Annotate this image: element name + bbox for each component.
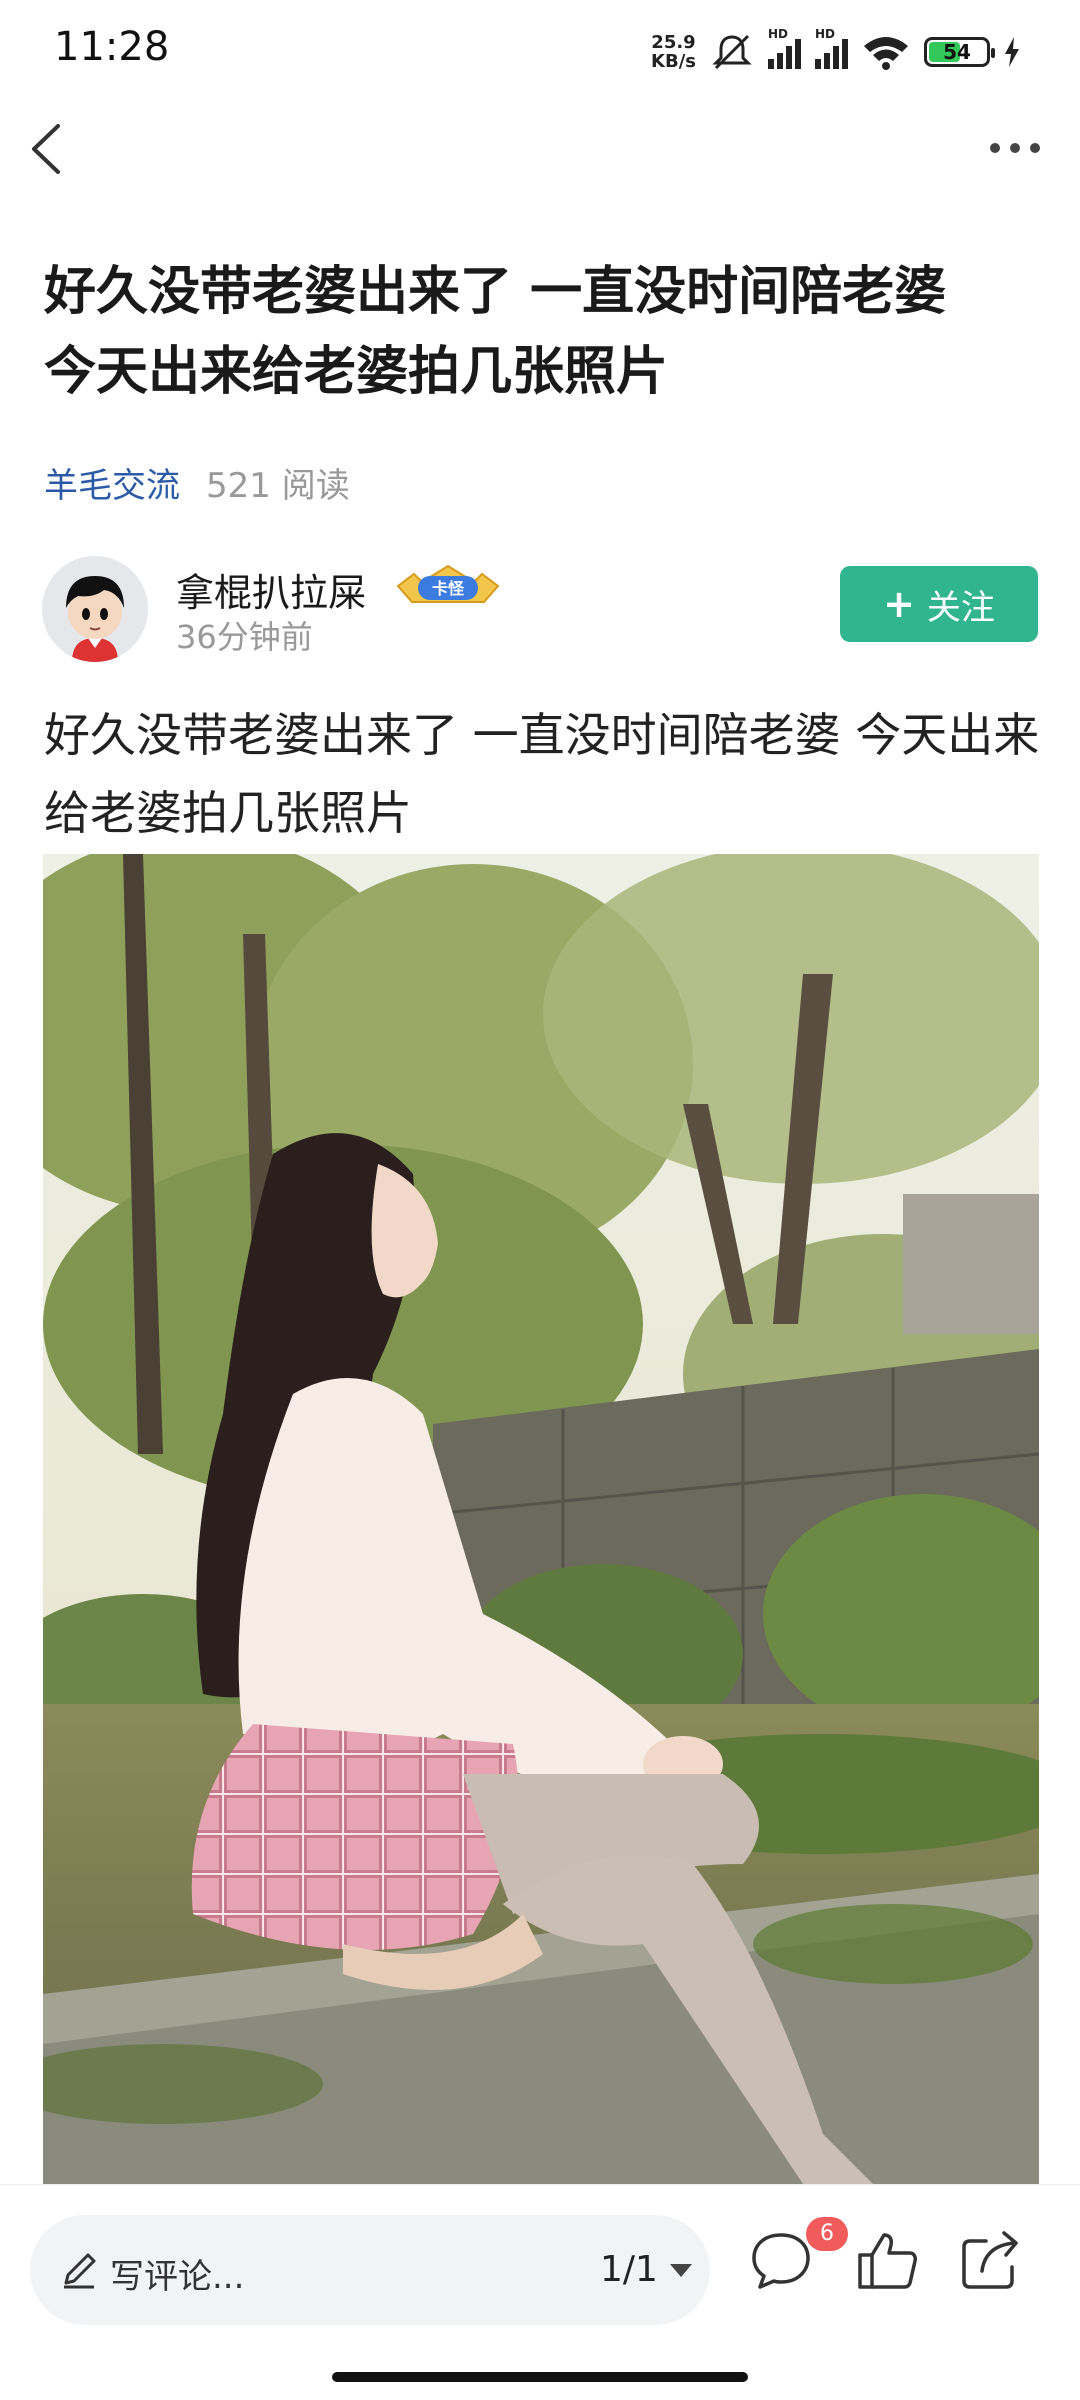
signal-icon: HD <box>815 27 848 69</box>
crown-badge-icon: 卡怪 <box>396 564 500 603</box>
status-icons: 25.9 KB/s HD HD 54 <box>651 26 1020 78</box>
charging-icon <box>1005 37 1019 67</box>
home-indicator[interactable] <box>332 2372 748 2382</box>
page-indicator-label: 1/1 <box>600 2249 658 2290</box>
network-speed-unit: KB/s <box>651 51 696 72</box>
post-meta: 羊毛交流 521 阅读 <box>44 458 350 507</box>
share-icon[interactable] <box>956 2225 1026 2295</box>
post-time: 36分钟前 <box>176 618 313 656</box>
read-count: 521 阅读 <box>206 466 350 506</box>
cartoon-avatar-icon <box>42 556 148 662</box>
comment-input[interactable]: 写评论... 1/1 <box>30 2215 710 2325</box>
plus-icon: + <box>883 582 915 626</box>
signal-hd-label: HD <box>768 27 789 41</box>
follow-button[interactable]: + 关注 <box>840 566 1038 642</box>
post-photo[interactable] <box>43 854 1039 2184</box>
follow-label: 关注 <box>926 587 995 628</box>
comment-count-badge: 6 <box>806 2217 848 2251</box>
battery-icon: 54 <box>924 37 995 67</box>
bottom-action-bar: 写评论... 1/1 6 <box>0 2184 1080 2400</box>
thumbs-up-icon[interactable] <box>852 2225 922 2295</box>
post-detail-screen: 11:28 25.9 KB/s HD HD 54 好久没带老婆出来了 一直没时间… <box>0 0 1080 2400</box>
post-title: 好久没带老婆出来了 一直没时间陪老婆 今天出来给老婆拍几张照片 <box>44 262 947 402</box>
category-link[interactable]: 羊毛交流 <box>44 458 180 507</box>
park-photo-illustration <box>43 854 1039 2184</box>
more-dots-icon[interactable] <box>980 118 1050 178</box>
network-speed: 25.9 KB/s <box>651 33 696 71</box>
battery-level: 54 <box>943 40 971 64</box>
author-row: 拿棍扒拉屎 卡怪 36分钟前 + 关注 <box>42 556 1038 666</box>
badge-label: 卡怪 <box>432 579 465 598</box>
page-indicator[interactable]: 1/1 <box>600 2249 694 2290</box>
signal-icon: HD <box>768 27 801 69</box>
chevron-left-icon[interactable] <box>20 114 80 184</box>
avatar[interactable] <box>42 556 148 662</box>
status-time: 11:28 <box>54 24 170 70</box>
post-body: 好久没带老婆出来了 一直没时间陪老婆 今天出来给老婆拍几张照片 <box>44 708 1040 840</box>
caret-down-icon <box>669 2263 692 2277</box>
mute-icon <box>712 34 752 70</box>
network-speed-value: 25.9 <box>651 32 696 53</box>
comment-placeholder: 写评论... <box>110 2257 245 2297</box>
pencil-icon <box>64 2253 96 2289</box>
author-name[interactable]: 拿棍扒拉屎 <box>176 562 366 617</box>
top-nav <box>0 104 1080 194</box>
signal-hd-label: HD <box>815 27 836 41</box>
wifi-icon <box>864 37 908 70</box>
status-bar: 11:28 25.9 KB/s HD HD 54 <box>0 0 1080 104</box>
